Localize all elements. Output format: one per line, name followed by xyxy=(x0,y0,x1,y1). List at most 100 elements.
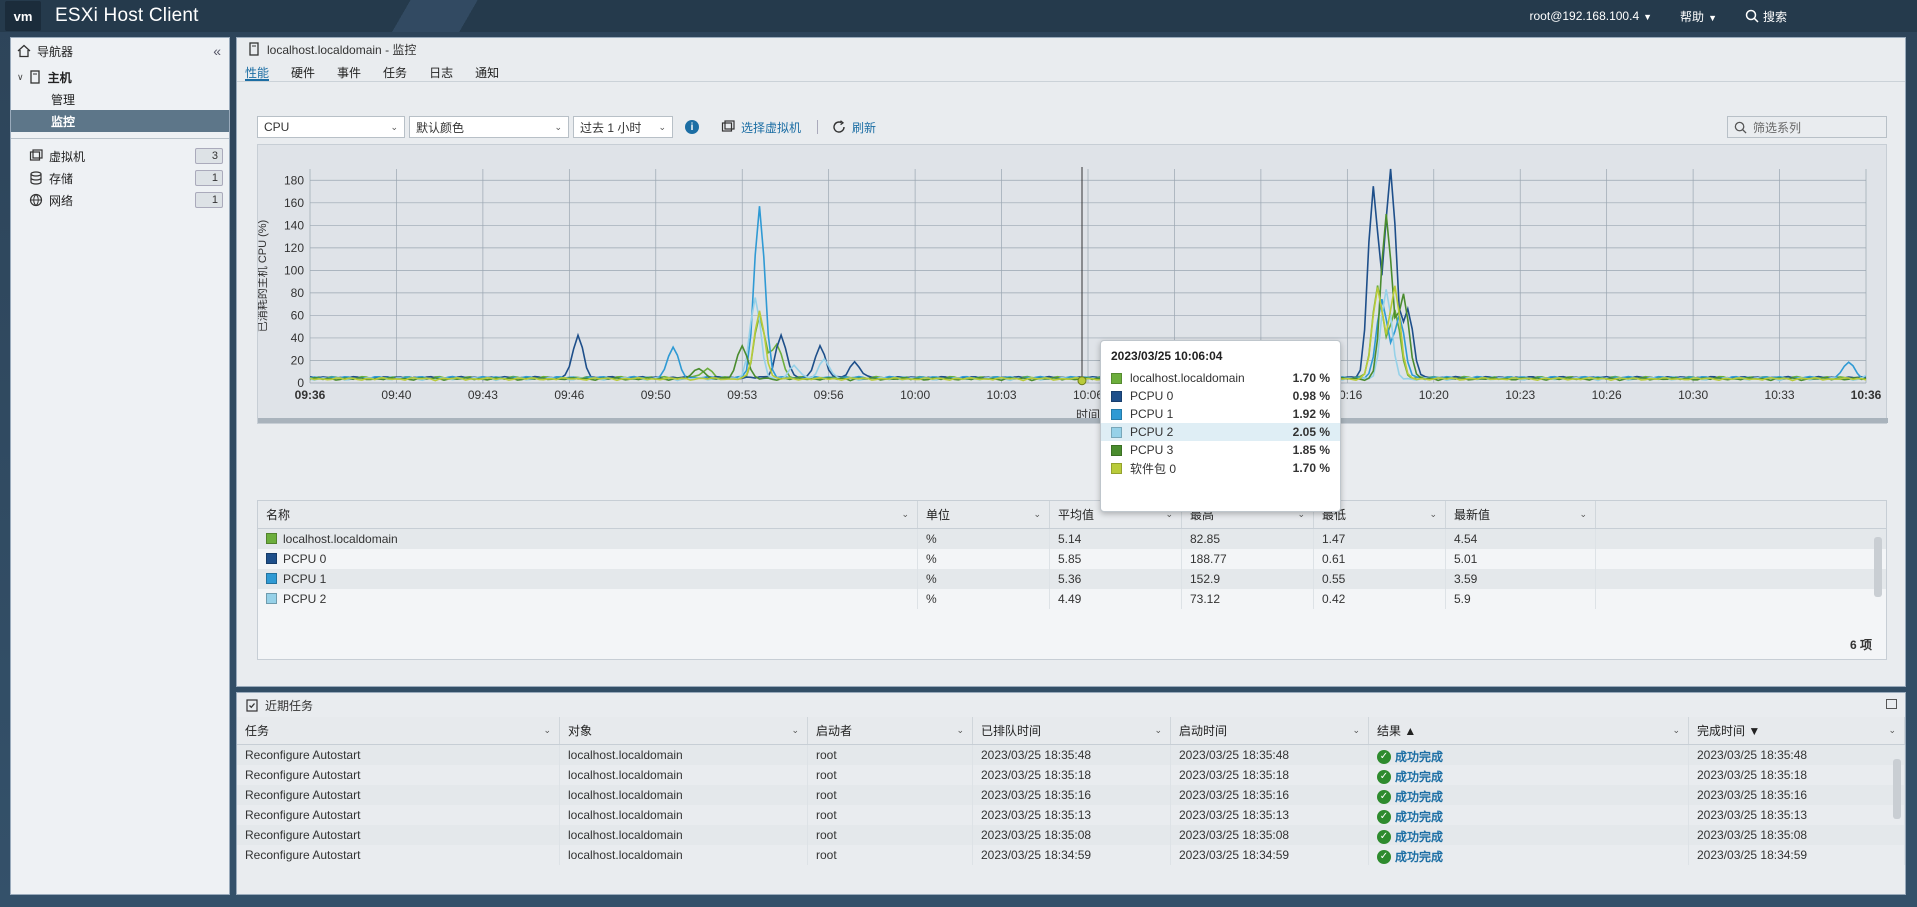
nav-item-vms[interactable]: 虚拟机 3 xyxy=(11,145,229,167)
task-result-link[interactable]: ✓ 成功完成 xyxy=(1377,847,1443,865)
chart-splitter[interactable] xyxy=(258,418,1888,423)
tab-logs[interactable]: 日志 xyxy=(429,60,453,81)
chevron-down-icon: ⌄ xyxy=(791,725,799,735)
chevron-down-icon: ⌄ xyxy=(1579,509,1587,519)
color-select[interactable]: 默认颜色 ⌄ xyxy=(409,116,569,138)
caret-down-icon: ▼ xyxy=(1643,12,1653,22)
tooltip-series-name: PCPU 3 xyxy=(1130,443,1174,457)
tasks-table-scrollbar[interactable] xyxy=(1893,759,1901,819)
series-row[interactable]: PCPU 1% 5.36 152.9 0.55 3.59 xyxy=(258,569,1886,589)
search-label: 搜索 xyxy=(1762,9,1787,24)
task-row[interactable]: Reconfigure Autostart localhost.localdoma… xyxy=(237,825,1905,845)
tab-performance[interactable]: 性能 xyxy=(245,60,270,81)
nav-host-manage[interactable]: 管理 xyxy=(11,88,229,110)
col-initiator[interactable]: 启动者 ⌄ xyxy=(808,717,973,744)
select-vm-button[interactable]: 选择虚拟机 xyxy=(721,119,801,136)
col-name[interactable]: 名称 ⌄ xyxy=(258,501,918,528)
tasks-table-header: 任务 ⌄ 对象 ⌄ 启动者 ⌄ 已排队时间 ⌄ 启动时间 ⌄ 结果 ▲ ⌄ 完成时间 ▼ ⌄ xyxy=(237,717,1905,745)
home-icon xyxy=(17,44,31,58)
search-button[interactable]: 搜索 xyxy=(1745,8,1787,25)
help-label: 帮助 xyxy=(1680,9,1705,24)
user-menu[interactable]: root@192.168.100.4 ▼ xyxy=(1530,9,1653,23)
col-task[interactable]: 任务 ⌄ xyxy=(237,717,560,744)
series-row[interactable]: localhost.localdomain% 5.14 82.85 1.47 4.54 xyxy=(258,529,1886,549)
series-latest-cell: 5.01 xyxy=(1446,549,1596,569)
task-result-link[interactable]: ✓ 成功完成 xyxy=(1377,807,1443,825)
task-queued-cell: 2023/03/25 18:35:18 xyxy=(973,765,1171,785)
task-result-text: 成功完成 xyxy=(1395,850,1444,864)
navigator-panel: 导航器 « ∨ 主机 管理 监控 虚拟机 3 存储 1 网络 1 xyxy=(10,37,230,895)
filter-series-input[interactable]: 筛选系列 xyxy=(1727,116,1887,138)
chevron-down-icon: ⌄ xyxy=(1888,725,1896,735)
series-max-cell: 152.9 xyxy=(1182,569,1314,589)
tooltip-series-name: PCPU 1 xyxy=(1130,407,1174,421)
x-tick-label: 10:20 xyxy=(1419,388,1449,402)
search-icon xyxy=(1745,9,1759,23)
x-tick-label: 10:36 xyxy=(1851,388,1882,402)
info-icon[interactable]: i xyxy=(685,120,699,134)
x-tick-label: 10:23 xyxy=(1505,388,1535,402)
col-queued[interactable]: 已排队时间 ⌄ xyxy=(973,717,1171,744)
col-result[interactable]: 结果 ▲ ⌄ xyxy=(1369,717,1689,744)
series-name: PCPU 2 xyxy=(283,592,327,606)
task-result-text: 成功完成 xyxy=(1395,830,1444,844)
metric-select[interactable]: CPU ⌄ xyxy=(257,116,405,138)
tab-events[interactable]: 事件 xyxy=(337,60,361,81)
help-menu[interactable]: 帮助 ▼ xyxy=(1680,8,1717,25)
task-result-link[interactable]: ✓ 成功完成 xyxy=(1377,787,1443,805)
nav-host-monitor[interactable]: 监控 xyxy=(11,110,229,132)
series-row[interactable]: PCPU 0% 5.85 188.77 0.61 5.01 xyxy=(258,549,1886,569)
col-started[interactable]: 启动时间 ⌄ xyxy=(1171,717,1369,744)
task-row[interactable]: Reconfigure Autostart localhost.localdoma… xyxy=(237,745,1905,765)
task-queued-cell: 2023/03/25 18:35:48 xyxy=(973,745,1171,765)
task-object-cell: localhost.localdomain xyxy=(560,745,808,765)
task-result-link[interactable]: ✓ 成功完成 xyxy=(1377,767,1443,785)
series-avg-cell: 5.85 xyxy=(1050,549,1182,569)
maximize-icon[interactable] xyxy=(1886,699,1897,709)
task-initiator-cell: root xyxy=(808,745,973,765)
task-row[interactable]: Reconfigure Autostart localhost.localdoma… xyxy=(237,785,1905,805)
collapse-icon[interactable]: « xyxy=(213,43,221,59)
series-row[interactable]: PCPU 2% 4.49 73.12 0.42 5.9 xyxy=(258,589,1886,609)
series-table-scrollbar[interactable] xyxy=(1874,537,1882,597)
tab-notifications[interactable]: 通知 xyxy=(475,60,499,81)
check-circle-icon: ✓ xyxy=(1377,830,1391,844)
task-row[interactable]: Reconfigure Autostart localhost.localdoma… xyxy=(237,765,1905,785)
refresh-button[interactable]: 刷新 xyxy=(832,119,876,136)
chevron-down-icon: ⌄ xyxy=(1033,509,1041,519)
tab-tasks[interactable]: 任务 xyxy=(383,60,407,81)
network-count-badge: 1 xyxy=(195,192,223,208)
host-icon xyxy=(249,42,259,56)
nav-storage-label: 存储 xyxy=(49,171,74,186)
y-tick-label: 180 xyxy=(284,173,304,187)
performance-chart[interactable]: 0 20 40 60 80 100 120 140 160 180 09:36 09:40 09:43 0… xyxy=(257,144,1888,424)
nav-item-storage[interactable]: 存储 1 xyxy=(11,167,229,189)
chevron-down-icon: ∨ xyxy=(17,71,24,82)
task-object-cell: localhost.localdomain xyxy=(560,805,808,825)
check-circle-icon: ✓ xyxy=(1377,790,1391,804)
col-object[interactable]: 对象 ⌄ xyxy=(560,717,808,744)
col-task-label: 任务 xyxy=(245,724,270,738)
range-select[interactable]: 过去 1 小时 ⌄ xyxy=(573,116,673,138)
tooltip-row: 软件包 0 1.70 % xyxy=(1111,459,1330,477)
tab-hardware[interactable]: 硬件 xyxy=(291,60,315,81)
task-result-link[interactable]: ✓ 成功完成 xyxy=(1377,747,1443,765)
tooltip-series-value: 1.85 % xyxy=(1292,443,1330,457)
x-tick-label: 09:50 xyxy=(641,388,671,402)
task-completed-cell: 2023/03/25 18:35:08 xyxy=(1689,825,1905,845)
task-row[interactable]: Reconfigure Autostart localhost.localdoma… xyxy=(237,805,1905,825)
series-swatch xyxy=(266,533,277,544)
col-completed[interactable]: 完成时间 ▼ ⌄ xyxy=(1689,717,1905,744)
nav-item-network[interactable]: 网络 1 xyxy=(11,189,229,211)
nav-host[interactable]: ∨ 主机 xyxy=(11,66,229,88)
task-result-cell: ✓ 成功完成 xyxy=(1369,765,1689,785)
tooltip-series-value: 2.05 % xyxy=(1292,425,1330,439)
col-unit[interactable]: 单位 ⌄ xyxy=(918,501,1050,528)
storage-count-badge: 1 xyxy=(195,170,223,186)
tooltip-row: PCPU 2 2.05 % xyxy=(1101,423,1340,441)
col-queued-label: 已排队时间 xyxy=(981,724,1042,738)
task-row[interactable]: Reconfigure Autostart localhost.localdoma… xyxy=(237,845,1905,865)
col-latest[interactable]: 最新值 ⌄ xyxy=(1446,501,1596,528)
chevron-down-icon: ⌄ xyxy=(1352,725,1360,735)
task-result-link[interactable]: ✓ 成功完成 xyxy=(1377,827,1443,845)
